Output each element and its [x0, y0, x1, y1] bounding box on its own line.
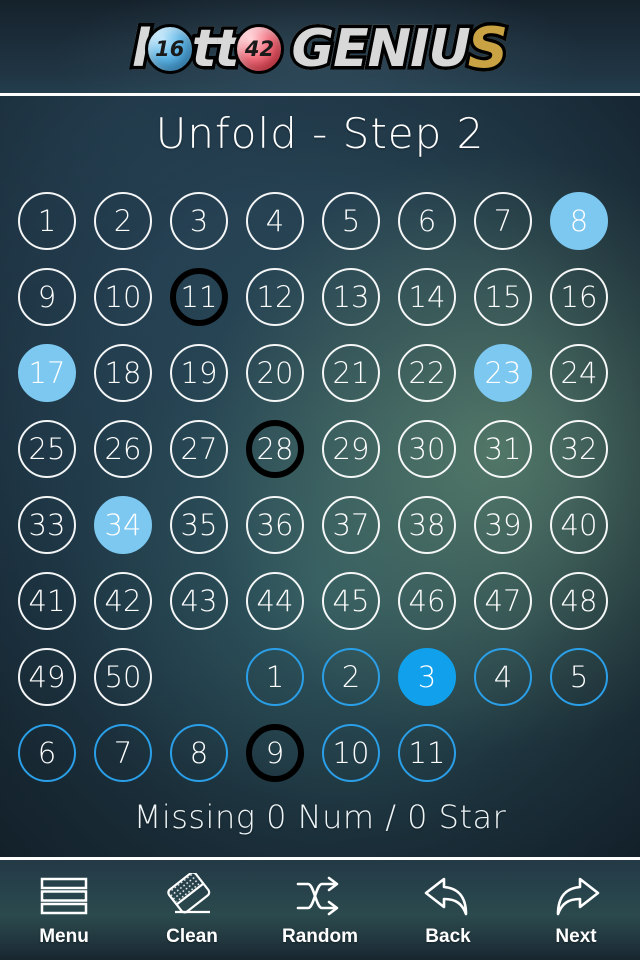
number-ball-28[interactable]: 28 — [246, 420, 304, 478]
number-ball-27[interactable]: 27 — [170, 420, 228, 478]
number-ball-22[interactable]: 22 — [398, 344, 456, 402]
number-grid-row: 9 10 11 12 13 14 15 16 — [18, 268, 622, 344]
number-ball-9[interactable]: 9 — [18, 268, 76, 326]
logo-ball-blue-icon: 16 — [144, 24, 195, 74]
menu-button[interactable]: Menu — [8, 868, 120, 956]
eraser-icon — [166, 868, 218, 924]
star-ball-8[interactable]: 8 — [170, 724, 228, 782]
bottom-toolbar: Menu Clean Random Back Next — [0, 860, 640, 960]
next-button-label: Next — [555, 926, 597, 947]
star-ball-11[interactable]: 11 — [398, 724, 456, 782]
number-ball-50[interactable]: 50 — [94, 648, 152, 706]
number-ball-25[interactable]: 25 — [18, 420, 76, 478]
undo-arrow-icon — [422, 868, 474, 924]
number-grid-row: 6 7 8 9 10 11 — [18, 724, 622, 800]
number-ball-37[interactable]: 37 — [322, 496, 380, 554]
lotto-genius-app: l 16 tt 42 GENIU S Unfold - Step 2 12345… — [0, 0, 640, 960]
number-ball-42[interactable]: 42 — [94, 572, 152, 630]
star-ball-1[interactable]: 1 — [246, 648, 304, 706]
back-button-label: Back — [425, 926, 471, 947]
next-button[interactable]: Next — [520, 868, 632, 956]
number-ball-20[interactable]: 20 — [246, 344, 304, 402]
logo-text-genius: GENIU — [288, 19, 474, 79]
star-ball-5[interactable]: 5 — [550, 648, 608, 706]
number-ball-36[interactable]: 36 — [246, 496, 304, 554]
number-ball-45[interactable]: 45 — [322, 572, 380, 630]
shuffle-icon — [294, 868, 346, 924]
number-ball-5[interactable]: 5 — [322, 192, 380, 250]
number-ball-44[interactable]: 44 — [246, 572, 304, 630]
star-ball-7[interactable]: 7 — [94, 724, 152, 782]
number-ball-30[interactable]: 30 — [398, 420, 456, 478]
star-ball-2[interactable]: 2 — [322, 648, 380, 706]
random-button[interactable]: Random — [264, 868, 376, 956]
star-ball-6[interactable]: 6 — [18, 724, 76, 782]
menu-button-label: Menu — [39, 926, 89, 947]
number-ball-7[interactable]: 7 — [474, 192, 532, 250]
number-ball-11[interactable]: 11 — [170, 268, 228, 326]
number-ball-31[interactable]: 31 — [474, 420, 532, 478]
number-ball-12[interactable]: 12 — [246, 268, 304, 326]
logo-ball-red-icon: 42 — [234, 24, 285, 74]
number-ball-1[interactable]: 1 — [18, 192, 76, 250]
star-ball-4[interactable]: 4 — [474, 648, 532, 706]
number-grid-row: 49 50 1 2 3 4 5 — [18, 648, 622, 724]
number-ball-13[interactable]: 13 — [322, 268, 380, 326]
number-ball-40[interactable]: 40 — [550, 496, 608, 554]
random-button-label: Random — [282, 926, 358, 947]
number-ball-6[interactable]: 6 — [398, 192, 456, 250]
number-ball-34[interactable]: 34 — [94, 496, 152, 554]
star-ball-9[interactable]: 9 — [246, 724, 304, 782]
number-ball-10[interactable]: 10 — [94, 268, 152, 326]
number-ball-19[interactable]: 19 — [170, 344, 228, 402]
number-grid-row: 41 42 43 44 45 46 47 48 — [18, 572, 622, 648]
number-ball-33[interactable]: 33 — [18, 496, 76, 554]
number-ball-47[interactable]: 47 — [474, 572, 532, 630]
number-grid-row: 33 34 35 36 37 38 39 40 — [18, 496, 622, 572]
number-grid-row: 17 18 19 20 21 22 23 24 — [18, 344, 622, 420]
app-logo: l 16 tt 42 GENIU S — [0, 8, 640, 90]
number-ball-38[interactable]: 38 — [398, 496, 456, 554]
redo-arrow-icon — [550, 868, 602, 924]
number-ball-46[interactable]: 46 — [398, 572, 456, 630]
hamburger-menu-icon — [40, 868, 88, 924]
number-ball-14[interactable]: 14 — [398, 268, 456, 326]
logo-text-tt: tt — [188, 19, 243, 79]
number-ball-2[interactable]: 2 — [94, 192, 152, 250]
number-ball-21[interactable]: 21 — [322, 344, 380, 402]
number-ball-41[interactable]: 41 — [18, 572, 76, 630]
logo-text-s-gold: S — [464, 16, 511, 81]
number-ball-8[interactable]: 8 — [550, 192, 608, 250]
page-title: Unfold - Step 2 — [155, 109, 485, 158]
back-button[interactable]: Back — [392, 868, 504, 956]
number-ball-29[interactable]: 29 — [322, 420, 380, 478]
number-grid[interactable]: 1 2 3 4 5 6 7 8 9 10 11 12 13 14 15 16 17 18 19 20 21 22 23 24 2… — [18, 192, 622, 792]
number-grid-row: 12345678 — [18, 192, 622, 268]
number-ball-16[interactable]: 16 — [550, 268, 608, 326]
star-ball-10[interactable]: 10 — [322, 724, 380, 782]
number-ball-43[interactable]: 43 — [170, 572, 228, 630]
number-ball-35[interactable]: 35 — [170, 496, 228, 554]
clean-button[interactable]: Clean — [136, 868, 248, 956]
number-ball-3[interactable]: 3 — [170, 192, 228, 250]
number-ball-18[interactable]: 18 — [94, 344, 152, 402]
header-divider — [0, 93, 640, 96]
number-ball-24[interactable]: 24 — [550, 344, 608, 402]
status-text: Missing 0 Num / 0 Star — [133, 798, 507, 836]
number-ball-49[interactable]: 49 — [18, 648, 76, 706]
number-ball-4[interactable]: 4 — [246, 192, 304, 250]
number-ball-26[interactable]: 26 — [94, 420, 152, 478]
number-ball-39[interactable]: 39 — [474, 496, 532, 554]
app-header: l 16 tt 42 GENIU S — [0, 0, 640, 96]
number-ball-32[interactable]: 32 — [550, 420, 608, 478]
number-grid-row: 25 26 27 28 29 30 31 32 — [18, 420, 622, 496]
number-ball-15[interactable]: 15 — [474, 268, 532, 326]
clean-button-label: Clean — [166, 926, 218, 947]
number-ball-23[interactable]: 23 — [474, 344, 532, 402]
number-ball-48[interactable]: 48 — [550, 572, 608, 630]
number-ball-17[interactable]: 17 — [18, 344, 76, 402]
star-ball-3[interactable]: 3 — [398, 648, 456, 706]
